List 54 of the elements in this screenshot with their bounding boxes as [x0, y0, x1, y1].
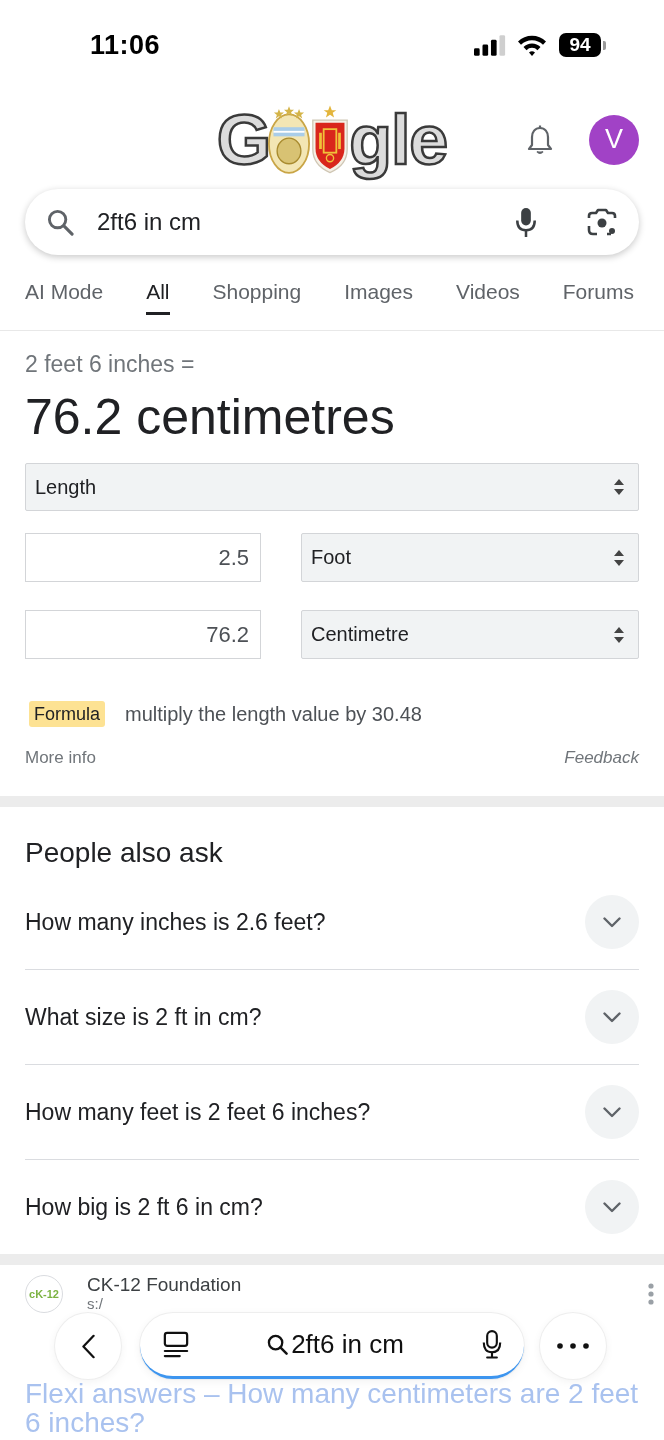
search-tab[interactable]: Images — [344, 275, 414, 315]
up-down-arrows-icon — [613, 478, 625, 496]
chevron-down-icon — [603, 1011, 621, 1023]
search-tab[interactable]: Forums — [562, 275, 634, 315]
conversion-result: 76.2 centimetres — [25, 388, 396, 447]
logo-text: G — [216, 99, 271, 180]
feedback-link[interactable]: Feedback — [564, 746, 639, 770]
camera-icon[interactable] — [587, 208, 617, 236]
tabs-icon[interactable] — [163, 1331, 189, 1358]
unit-select[interactable]: Foot — [301, 533, 639, 582]
back-button[interactable] — [55, 1313, 121, 1379]
shield-crest-icon — [311, 104, 350, 175]
question-text[interactable]: How big is 2 ft 6 in cm? — [25, 1193, 263, 1221]
formula-tag: Formula — [29, 701, 105, 727]
section-heading: People also ask — [25, 836, 224, 870]
more-button[interactable] — [540, 1313, 606, 1379]
notifications-bell-icon[interactable] — [527, 124, 553, 155]
question-text[interactable]: What size is 2 ft in cm? — [25, 1003, 262, 1031]
chevron-left-icon — [81, 1333, 95, 1359]
chevron-down-icon — [603, 916, 621, 928]
search-tab[interactable]: Videos — [456, 275, 520, 315]
chevron-down-icon — [603, 1106, 621, 1118]
chevron-down-icon — [603, 1201, 621, 1213]
quantity-select[interactable]: Length — [25, 463, 639, 511]
up-down-arrows-icon — [613, 548, 625, 567]
more-info-link[interactable]: More info — [25, 746, 96, 770]
search-input[interactable]: 2ft6 in cm — [97, 208, 515, 236]
oval-crest-icon — [268, 104, 311, 175]
search-tab[interactable]: Shopping — [212, 275, 302, 315]
source-url: s:/ — [87, 1295, 104, 1313]
signal-icon — [474, 34, 507, 56]
unit-select[interactable]: Centimetre — [301, 610, 639, 659]
conversion-query: 2 feet 6 inches = — [25, 350, 196, 379]
question-text[interactable]: How many inches is 2.6 feet? — [25, 908, 326, 936]
microphone-icon[interactable] — [515, 206, 537, 238]
search-icon — [47, 208, 74, 236]
search-tab[interactable]: AI Mode — [25, 275, 104, 315]
question-text[interactable]: How many feet is 2 feet 6 inches? — [25, 1098, 371, 1126]
microphone-icon[interactable] — [482, 1330, 502, 1359]
vertical-dots-icon[interactable] — [648, 1283, 654, 1305]
search-field[interactable]: 2ft6 in cm — [189, 1329, 482, 1360]
battery-indicator: 94 — [559, 33, 606, 57]
search-icon — [267, 1334, 289, 1355]
logo-text: gle — [349, 99, 448, 180]
up-down-arrows-icon — [613, 625, 625, 644]
search-tab[interactable]: All — [146, 275, 170, 315]
number-field[interactable]: 2.5 — [25, 533, 261, 582]
horizontal-dots-icon — [557, 1343, 589, 1349]
account-avatar[interactable]: V — [589, 114, 639, 165]
number-field[interactable]: 76.2 — [25, 610, 261, 659]
formula-text: multiply the length value by 30.48 — [125, 702, 422, 726]
wifi-icon — [517, 34, 547, 56]
status-time: 11:06 — [90, 29, 161, 61]
source-name: CK-12 Foundation — [87, 1275, 243, 1295]
